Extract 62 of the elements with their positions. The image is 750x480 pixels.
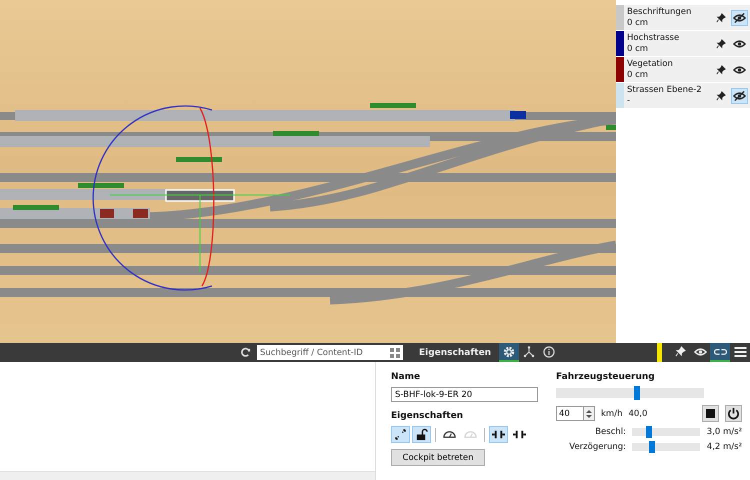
info-icon — [543, 346, 556, 358]
hidden-eye-button[interactable] — [731, 88, 748, 104]
speed-slider[interactable] — [556, 388, 704, 398]
layer-height: 0 cm — [627, 18, 650, 28]
power-icon — [727, 407, 740, 420]
panel-title: Eigenschaften — [419, 348, 492, 358]
stop-button[interactable] — [702, 405, 719, 422]
refresh-icon[interactable] — [240, 347, 251, 358]
speed-unit: km/h — [601, 408, 622, 418]
hidden-eye-button[interactable] — [731, 10, 748, 26]
expand-toggle[interactable] — [391, 426, 410, 443]
gear-tab[interactable] — [499, 343, 520, 362]
search-field[interactable]: Suchbegriff / Content-ID — [257, 345, 403, 360]
slider[interactable] — [632, 443, 700, 451]
gauge-icon — [443, 428, 456, 441]
cockpit-button[interactable]: Cockpit betreten — [391, 449, 485, 466]
slider-thumb[interactable] — [634, 386, 640, 400]
layer-height: - — [627, 96, 632, 106]
coupler-icon — [513, 428, 526, 441]
properties-label: Eigenschaften — [391, 411, 464, 421]
slider-reading: 4,2 m/s² — [706, 442, 742, 452]
layer-height: 0 cm — [627, 70, 650, 80]
layer-name: Beschriftungen — [627, 6, 692, 18]
grid-icon[interactable] — [390, 348, 400, 358]
menu-icon — [734, 346, 746, 358]
slider-label: Beschl: — [594, 427, 626, 437]
link-icon — [714, 346, 726, 357]
network-icon — [523, 346, 536, 358]
pin-icon[interactable] — [716, 12, 726, 22]
speed-input[interactable]: 40 — [556, 406, 584, 421]
slider-label: Verzögerung: — [568, 442, 626, 452]
expand-arrows-icon — [394, 428, 407, 441]
status-marker — [657, 343, 662, 362]
link-button[interactable] — [710, 343, 730, 362]
speed-reading: 40,0 — [628, 408, 648, 418]
horizontal-scrollbar[interactable] — [0, 471, 375, 480]
name-label: Name — [391, 372, 422, 382]
pin-icon — [674, 346, 686, 357]
slider-thumb[interactable] — [646, 426, 652, 438]
name-input[interactable]: S-BHF-lok-9-ER 20 — [391, 387, 538, 402]
gauge-icon — [464, 428, 477, 441]
pin-icon[interactable] — [716, 38, 726, 48]
slider-reading: 3,0 m/s² — [706, 427, 742, 437]
power-button[interactable] — [725, 405, 742, 422]
slider-thumb[interactable] — [649, 441, 656, 453]
settings-icon — [503, 346, 516, 358]
layer-height: 0 cm — [627, 44, 650, 54]
eye-icon — [694, 346, 706, 356]
pin-icon[interactable] — [716, 64, 726, 74]
up-down-arrows-icon — [585, 408, 593, 420]
slider[interactable] — [632, 428, 700, 436]
coupler-icon — [492, 428, 505, 441]
unlocked-padlock-icon — [415, 428, 428, 441]
pin-icon[interactable] — [716, 90, 726, 100]
coupler-toggle[interactable] — [489, 426, 508, 443]
vehicle-control-label: Fahrzeugsteuerung — [556, 372, 656, 382]
lock-toggle[interactable] — [412, 426, 431, 443]
stop-icon — [706, 409, 715, 418]
layer-name: Vegetation — [627, 58, 674, 70]
layer-name: Strassen Ebene-2 — [627, 84, 703, 96]
layer-name: Hochstrasse — [627, 32, 680, 44]
spin-button[interactable] — [584, 406, 595, 421]
